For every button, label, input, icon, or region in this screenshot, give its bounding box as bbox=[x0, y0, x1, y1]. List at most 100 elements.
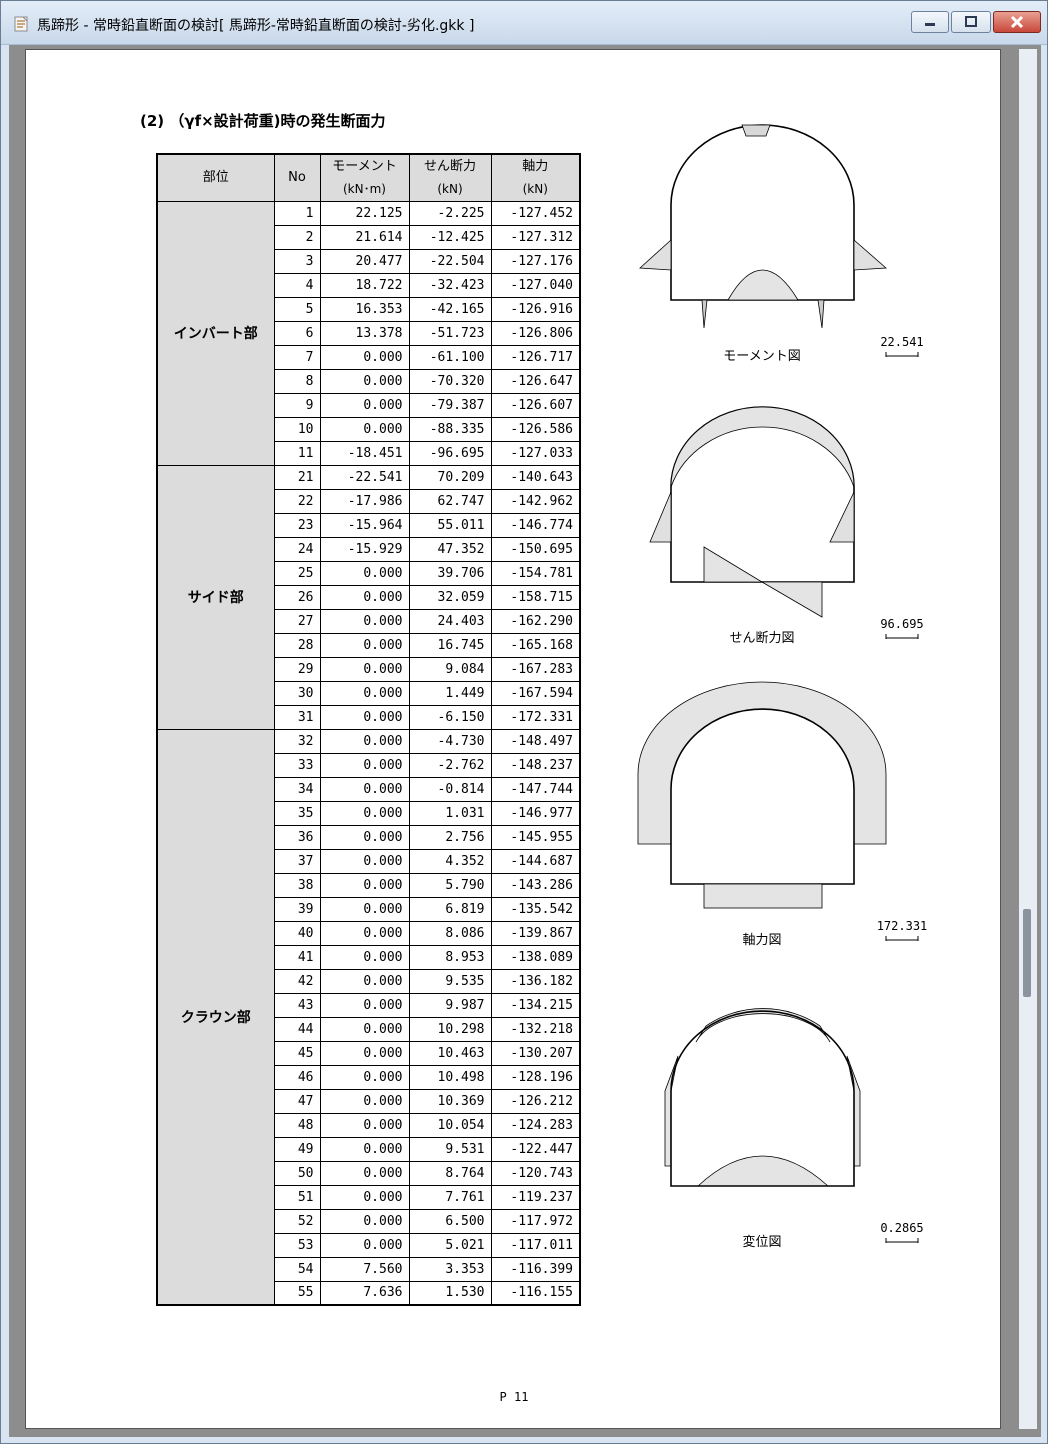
cell-moment: 21.614 bbox=[319, 224, 410, 250]
cell-shear: -0.814 bbox=[408, 776, 492, 802]
cell-no: 42 bbox=[273, 968, 321, 994]
axial-scale-value: 172.331 bbox=[877, 919, 928, 933]
cell-shear: -22.504 bbox=[408, 248, 492, 274]
cell-axial: -126.717 bbox=[490, 344, 581, 370]
header-part-label: 部位 bbox=[202, 169, 229, 185]
cell-axial: -126.607 bbox=[490, 392, 581, 418]
cell-no: 43 bbox=[273, 992, 321, 1018]
cell-moment: 0.000 bbox=[319, 800, 410, 826]
cell-axial: -126.647 bbox=[490, 368, 581, 394]
force-diagrams: モーメント図 22.541 せん断力図 96.695 軸力図 172.331 変位図 0… bbox=[637, 124, 928, 1250]
cell-shear: 10.298 bbox=[408, 1016, 492, 1042]
cell-moment: 0.000 bbox=[319, 944, 410, 970]
cell-axial: -147.744 bbox=[490, 776, 581, 802]
cell-no: 41 bbox=[273, 944, 321, 970]
cell-axial: -136.182 bbox=[490, 968, 581, 994]
cell-moment: 18.722 bbox=[319, 272, 410, 298]
scrollbar-thumb[interactable] bbox=[1023, 909, 1031, 997]
cell-shear: 5.021 bbox=[408, 1232, 492, 1258]
cell-moment: -15.929 bbox=[319, 536, 410, 562]
moment-scale-value: 22.541 bbox=[880, 335, 923, 349]
cell-shear: -79.387 bbox=[408, 392, 492, 418]
cell-no: 40 bbox=[273, 920, 321, 946]
displacement-scale-value: 0.2865 bbox=[880, 1221, 923, 1235]
header-shear-unit: (kN) bbox=[437, 181, 463, 196]
shear-invert-left-mark bbox=[703, 546, 764, 583]
moment-crown-mark bbox=[741, 124, 771, 137]
cell-shear: 6.500 bbox=[408, 1208, 492, 1234]
cell-moment: 0.000 bbox=[319, 368, 410, 394]
cell-no: 31 bbox=[273, 704, 321, 730]
table-header-row: 部位 No モーメント (kN･m) せん断力 (kN) 軸力 (kN) bbox=[156, 153, 581, 202]
cell-no: 50 bbox=[273, 1160, 321, 1186]
cell-moment: 0.000 bbox=[319, 920, 410, 946]
maximize-icon bbox=[965, 16, 977, 27]
part-group-label: インバート部 bbox=[156, 200, 275, 466]
cell-shear: 8.953 bbox=[408, 944, 492, 970]
cell-axial: -146.977 bbox=[490, 800, 581, 826]
cell-axial: -132.218 bbox=[490, 1016, 581, 1042]
cell-axial: -134.215 bbox=[490, 992, 581, 1018]
cell-axial: -127.312 bbox=[490, 224, 581, 250]
cell-moment: 0.000 bbox=[319, 1208, 410, 1234]
cell-no: 53 bbox=[273, 1232, 321, 1258]
cell-shear: 55.011 bbox=[408, 512, 492, 538]
close-button[interactable] bbox=[993, 11, 1041, 33]
cell-shear: 4.352 bbox=[408, 848, 492, 874]
shear-arch-mark bbox=[670, 406, 855, 488]
cell-axial: -143.286 bbox=[490, 872, 581, 898]
cell-axial: -126.586 bbox=[490, 416, 581, 442]
cell-shear: 9.531 bbox=[408, 1136, 492, 1162]
cell-axial: -165.168 bbox=[490, 632, 581, 658]
moment-scale-bar bbox=[885, 352, 919, 357]
title-bar[interactable]: 馬蹄形 - 常時鉛直断面の検討[ 馬蹄形-常時鉛直断面の検討-劣化.gkk ] bbox=[1, 1, 1047, 45]
header-axial-label: 軸力 bbox=[522, 158, 549, 174]
report-page: (2) （γf×設計荷重)時の発生断面力 部位 No モーメント (kN･m) せ… bbox=[25, 49, 1001, 1429]
cell-moment: 7.560 bbox=[319, 1256, 410, 1282]
minimize-icon bbox=[925, 23, 935, 26]
cell-moment: 0.000 bbox=[319, 776, 410, 802]
vertical-scrollbar[interactable] bbox=[1019, 49, 1037, 1429]
part-group-label: クラウン部 bbox=[156, 728, 275, 1306]
cell-shear: 70.209 bbox=[408, 464, 492, 490]
cell-no: 28 bbox=[273, 632, 321, 658]
cell-shear: 10.498 bbox=[408, 1064, 492, 1090]
cell-moment: -17.986 bbox=[319, 488, 410, 514]
cell-moment: 0.000 bbox=[319, 968, 410, 994]
cell-moment: 13.378 bbox=[319, 320, 410, 346]
cell-shear: 6.819 bbox=[408, 896, 492, 922]
cell-no: 37 bbox=[273, 848, 321, 874]
axial-scale-bar bbox=[885, 936, 919, 941]
cell-no: 55 bbox=[273, 1280, 321, 1306]
cell-moment: 0.000 bbox=[319, 584, 410, 610]
cell-moment: 0.000 bbox=[319, 1160, 410, 1186]
maximize-button[interactable] bbox=[951, 11, 991, 33]
cell-shear: -88.335 bbox=[408, 416, 492, 442]
cell-no: 32 bbox=[273, 728, 321, 754]
cell-no: 11 bbox=[273, 440, 321, 466]
cell-axial: -142.962 bbox=[490, 488, 581, 514]
cell-no: 8 bbox=[273, 368, 321, 394]
cell-axial: -126.806 bbox=[490, 320, 581, 346]
cell-shear: -51.723 bbox=[408, 320, 492, 346]
cell-moment: 0.000 bbox=[319, 1136, 410, 1162]
cell-no: 34 bbox=[273, 776, 321, 802]
table-row: インバート部 1 22.125 -2.225 -127.452 bbox=[156, 200, 581, 466]
cell-moment: -18.451 bbox=[319, 440, 410, 466]
cell-shear: -4.730 bbox=[408, 728, 492, 754]
cell-no: 3 bbox=[273, 248, 321, 274]
cell-shear: -32.423 bbox=[408, 272, 492, 298]
cell-moment: 0.000 bbox=[319, 992, 410, 1018]
cell-axial: -127.452 bbox=[490, 200, 581, 226]
cell-axial: -127.176 bbox=[490, 248, 581, 274]
cell-axial: -117.972 bbox=[490, 1208, 581, 1234]
cell-no: 27 bbox=[273, 608, 321, 634]
cell-no: 22 bbox=[273, 488, 321, 514]
cell-axial: -116.155 bbox=[490, 1280, 581, 1306]
cell-axial: -140.643 bbox=[490, 464, 581, 490]
document-viewer: (2) （γf×設計荷重)時の発生断面力 部位 No モーメント (kN･m) せ… bbox=[9, 45, 1041, 1437]
cell-moment: 16.353 bbox=[319, 296, 410, 322]
moment-right-wall-mark bbox=[853, 239, 887, 271]
minimize-button[interactable] bbox=[911, 11, 949, 33]
shear-right-wall-mark bbox=[829, 491, 855, 543]
